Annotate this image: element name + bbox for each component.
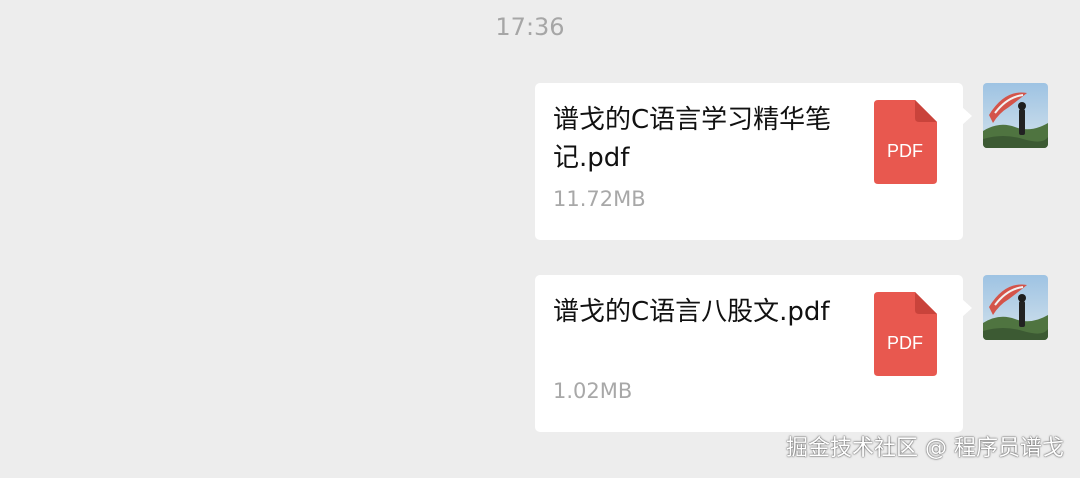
- file-message-bubble[interactable]: 谱戈的C语言八股文.pdf 1.02MB PDF: [535, 275, 972, 432]
- file-size: 11.72MB: [553, 187, 646, 211]
- avatar[interactable]: [983, 83, 1048, 148]
- pdf-icon-label: PDF: [887, 333, 923, 353]
- pdf-icon-label: PDF: [887, 141, 923, 161]
- avatar[interactable]: [983, 275, 1048, 340]
- file-name: 谱戈的C语言八股文.pdf: [553, 297, 830, 327]
- message-row: 谱戈的C语言八股文.pdf 1.02MB PDF: [535, 275, 1048, 435]
- file-size: 1.02MB: [553, 379, 633, 403]
- pdf-icon: PDF: [874, 292, 937, 376]
- pdf-icon: PDF: [874, 100, 937, 184]
- chat-timestamp: 17:36: [495, 13, 565, 41]
- message-row: 谱戈的C语言学习精华笔记.pdf 11.72MB PDF: [535, 83, 1048, 243]
- file-name: 谱戈的C语言学习精华笔记.pdf: [553, 105, 832, 173]
- file-message-bubble[interactable]: 谱戈的C语言学习精华笔记.pdf 11.72MB PDF: [535, 83, 972, 240]
- watermark: 掘金技术社区 @ 程序员谱戈: [786, 436, 1064, 461]
